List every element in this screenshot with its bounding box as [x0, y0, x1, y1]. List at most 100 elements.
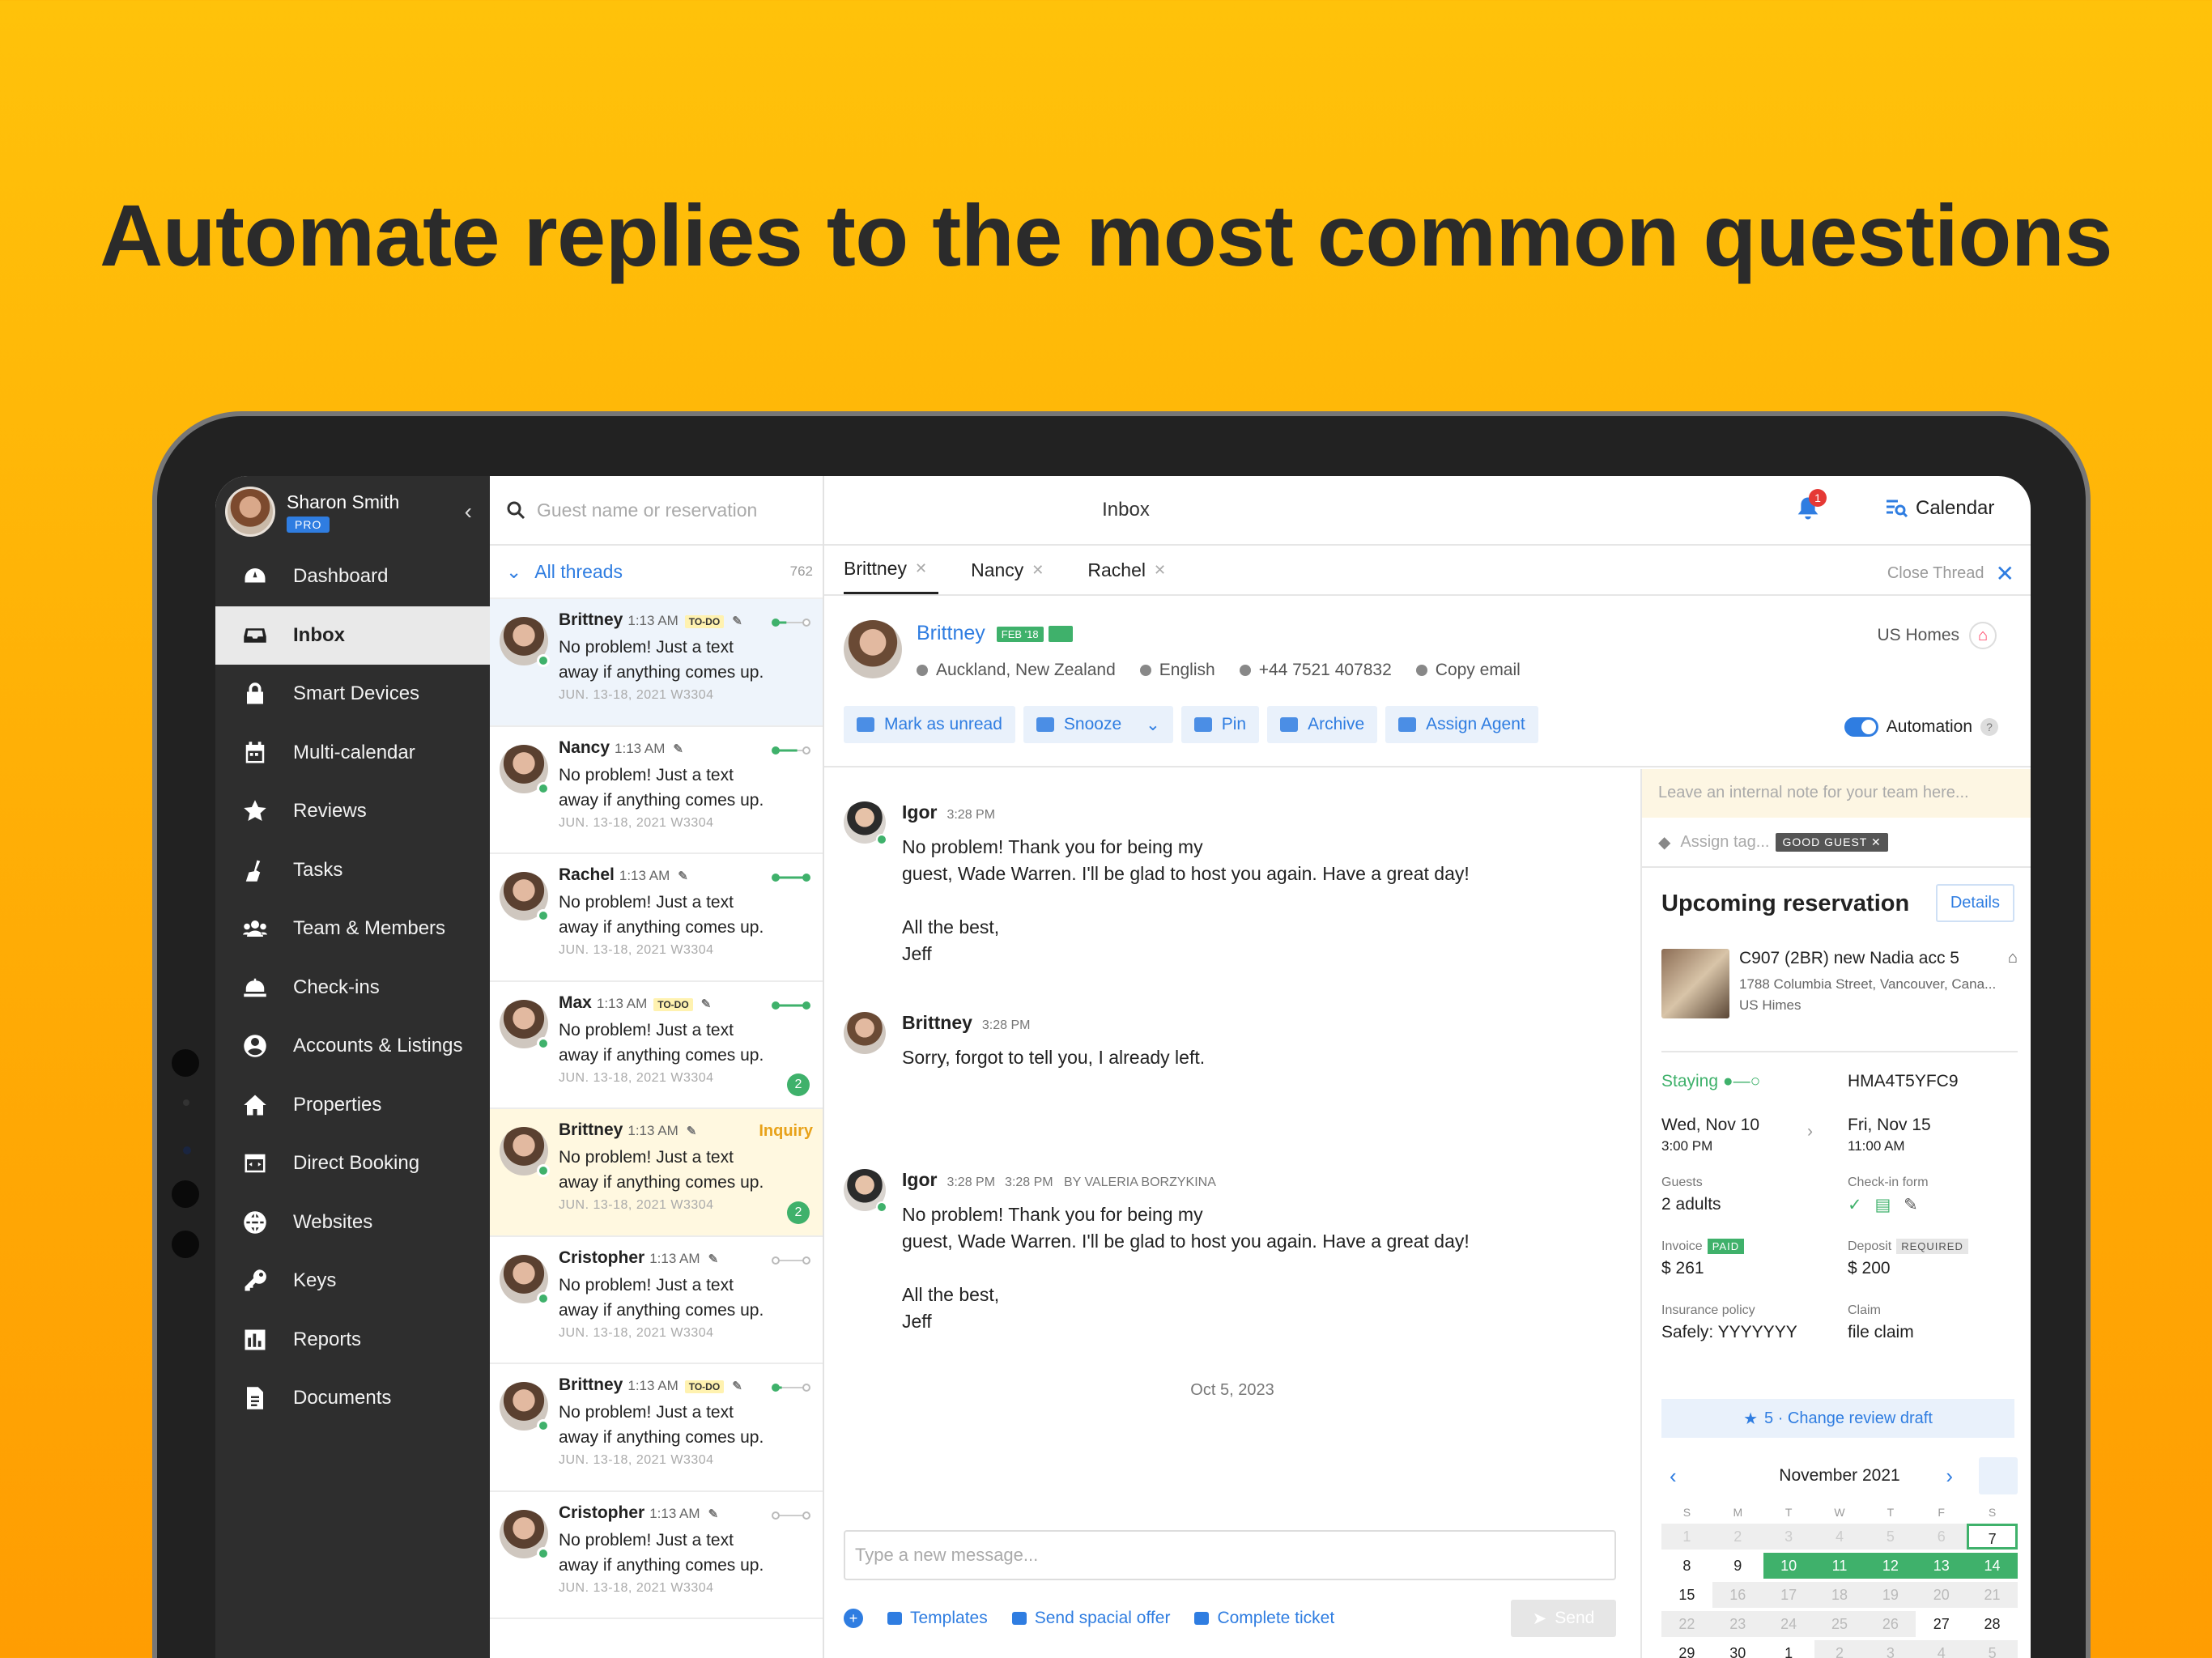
- thread-item[interactable]: Rachel 1:13 AM ✎ No problem! Just a text aw…: [490, 854, 823, 982]
- automation-toggle[interactable]: Automation?: [1844, 717, 1998, 737]
- calendar-day[interactable]: 28: [1967, 1611, 2018, 1637]
- calendar-day[interactable]: 5: [1865, 1524, 1916, 1550]
- all-threads-filter[interactable]: ⌄ All threads 762: [490, 546, 823, 599]
- pin-icon[interactable]: ✎: [708, 1507, 719, 1521]
- sidebar-item-direct-booking[interactable]: Direct Booking: [215, 1134, 490, 1193]
- guest-phone[interactable]: +44 7521 407832: [1240, 661, 1392, 680]
- templates-button[interactable]: Templates: [887, 1609, 988, 1628]
- pin-icon[interactable]: ✎: [732, 1380, 742, 1393]
- property-card[interactable]: C907 (2BR) new Nadia acc 5 1788 Columbia…: [1661, 949, 2018, 1022]
- sidebar-item-checkins[interactable]: Check-ins: [215, 959, 490, 1018]
- calendar-day[interactable]: 24: [1763, 1611, 1814, 1637]
- calendar-day[interactable]: 17: [1763, 1582, 1814, 1608]
- calendar-day[interactable]: 7: [1967, 1524, 2018, 1550]
- calendar-icon[interactable]: [1979, 1457, 2018, 1494]
- calendar-day[interactable]: 1: [1661, 1524, 1712, 1550]
- change-review-button[interactable]: ★ 5 · Change review draft: [1661, 1399, 2014, 1438]
- pin-button[interactable]: Pin: [1180, 706, 1260, 743]
- pin-icon[interactable]: ✎: [708, 1252, 719, 1266]
- mark-unread-button[interactable]: Mark as unread: [844, 706, 1015, 743]
- calendar-day[interactable]: 4: [1814, 1524, 1865, 1550]
- calendar-day[interactable]: 20: [1916, 1582, 1967, 1608]
- close-thread-button[interactable]: Close Thread ✕: [1887, 560, 2014, 587]
- calendar-day[interactable]: 14: [1967, 1553, 2018, 1579]
- next-month-icon[interactable]: ›: [1946, 1464, 1953, 1489]
- sidebar-item-inbox[interactable]: Inbox: [215, 606, 490, 665]
- pin-icon[interactable]: ✎: [701, 997, 712, 1011]
- calendar-day[interactable]: 2: [1814, 1640, 1865, 1658]
- message-input[interactable]: Type a new message...: [844, 1530, 1616, 1580]
- close-icon[interactable]: ✕: [915, 560, 927, 577]
- calendar-day[interactable]: 2: [1712, 1524, 1763, 1550]
- thread-item[interactable]: Brittney 1:13 AM ✎ No problem! Just a text …: [490, 1109, 823, 1237]
- sidebar-item-documents[interactable]: Documents: [215, 1369, 490, 1428]
- close-icon[interactable]: ✕: [1154, 562, 1166, 579]
- thread-item[interactable]: Nancy 1:13 AM ✎ No problem! Just a text awa…: [490, 727, 823, 854]
- calendar-day[interactable]: 23: [1712, 1611, 1763, 1637]
- calendar-day[interactable]: 10: [1763, 1553, 1814, 1579]
- internal-note-input[interactable]: Leave an internal note for your team her…: [1642, 769, 2031, 818]
- tab-brittney[interactable]: Brittney ✕: [844, 546, 939, 594]
- pin-icon[interactable]: ✎: [732, 614, 742, 628]
- details-button[interactable]: Details: [1935, 884, 2014, 922]
- calendar-day[interactable]: 8: [1661, 1553, 1712, 1579]
- calendar-day[interactable]: 27: [1916, 1611, 1967, 1637]
- sidebar-item-dashboard[interactable]: Dashboard: [215, 547, 490, 606]
- sidebar-item-reports[interactable]: Reports: [215, 1311, 490, 1370]
- thread-item[interactable]: Brittney 1:13 AM TO-DO ✎ No problem! Just a …: [490, 1364, 823, 1492]
- sidebar-item-keys[interactable]: Keys: [215, 1252, 490, 1311]
- tab-nancy[interactable]: Nancy ✕: [971, 546, 1055, 594]
- send-button[interactable]: ➤ Send: [1511, 1600, 1616, 1637]
- notifications-button[interactable]: 1: [1796, 489, 1827, 525]
- prev-month-icon[interactable]: ‹: [1670, 1464, 1677, 1489]
- sidebar-item-websites[interactable]: Websites: [215, 1193, 490, 1252]
- calendar-day[interactable]: 15: [1661, 1582, 1712, 1608]
- collapse-sidebar-icon[interactable]: ‹: [465, 499, 472, 525]
- calendar-button[interactable]: Calendar: [1885, 497, 1994, 520]
- help-icon[interactable]: ?: [1980, 718, 1998, 736]
- thread-item[interactable]: Brittney 1:13 AM TO-DO ✎ No problem! Just a …: [490, 599, 823, 727]
- guest-name[interactable]: Brittney FEB '18: [917, 622, 1073, 645]
- calendar-day[interactable]: 19: [1865, 1582, 1916, 1608]
- sidebar-item-properties[interactable]: Properties: [215, 1076, 490, 1135]
- sidebar-item-reviews[interactable]: Reviews: [215, 782, 490, 841]
- claim-link[interactable]: file claim: [1848, 1323, 1914, 1341]
- calendar-day[interactable]: 30: [1712, 1640, 1763, 1658]
- sidebar-item-tasks[interactable]: Tasks: [215, 841, 490, 900]
- tab-rachel[interactable]: Rachel ✕: [1087, 546, 1177, 594]
- sidebar-item-smart-devices[interactable]: Smart Devices: [215, 665, 490, 724]
- calendar-day[interactable]: 22: [1661, 1611, 1712, 1637]
- toggle-switch[interactable]: [1844, 717, 1878, 737]
- calendar-day[interactable]: 25: [1814, 1611, 1865, 1637]
- calendar-day[interactable]: 12: [1865, 1553, 1916, 1579]
- pin-icon[interactable]: ✎: [678, 869, 688, 883]
- assign-tag-input[interactable]: Assign tag...: [1680, 833, 1769, 852]
- sidebar-item-multi-calendar[interactable]: Multi-calendar: [215, 724, 490, 783]
- search-input[interactable]: Guest name or reservation: [537, 500, 757, 521]
- calendar-day[interactable]: 5: [1967, 1640, 2018, 1658]
- sidebar-item-team[interactable]: Team & Members: [215, 899, 490, 959]
- calendar-day[interactable]: 9: [1712, 1553, 1763, 1579]
- pin-icon[interactable]: ✎: [687, 1124, 697, 1138]
- calendar-day[interactable]: 29: [1661, 1640, 1712, 1658]
- tag-row[interactable]: ◆ Assign tag... GOOD GUEST ✕: [1642, 818, 2031, 868]
- calendar-day[interactable]: 3: [1763, 1524, 1814, 1550]
- archive-button[interactable]: Archive: [1267, 706, 1378, 743]
- calendar-day[interactable]: 21: [1967, 1582, 2018, 1608]
- snooze-button[interactable]: Snooze ⌄: [1023, 706, 1173, 743]
- calendar-day[interactable]: 16: [1712, 1582, 1763, 1608]
- calendar-day[interactable]: 18: [1814, 1582, 1865, 1608]
- sidebar-item-accounts[interactable]: Accounts & Listings: [215, 1017, 490, 1076]
- close-icon[interactable]: ✕: [1032, 562, 1044, 579]
- tag-chip[interactable]: GOOD GUEST ✕: [1776, 832, 1888, 852]
- calendar-day[interactable]: 1: [1763, 1640, 1814, 1658]
- add-icon[interactable]: +: [844, 1609, 863, 1628]
- search-bar[interactable]: Guest name or reservation: [490, 476, 823, 546]
- thread-item[interactable]: Cristopher 1:13 AM ✎ No problem! Just a tex…: [490, 1237, 823, 1364]
- edit-icon[interactable]: ✎: [1904, 1196, 1918, 1214]
- calendar-day[interactable]: 13: [1916, 1553, 1967, 1579]
- profile[interactable]: Sharon Smith PRO ‹: [215, 476, 490, 547]
- assign-agent-button[interactable]: Assign Agent: [1385, 706, 1538, 743]
- thread-item[interactable]: Cristopher 1:13 AM ✎ No problem! Just a tex…: [490, 1492, 823, 1619]
- calendar-day[interactable]: 3: [1865, 1640, 1916, 1658]
